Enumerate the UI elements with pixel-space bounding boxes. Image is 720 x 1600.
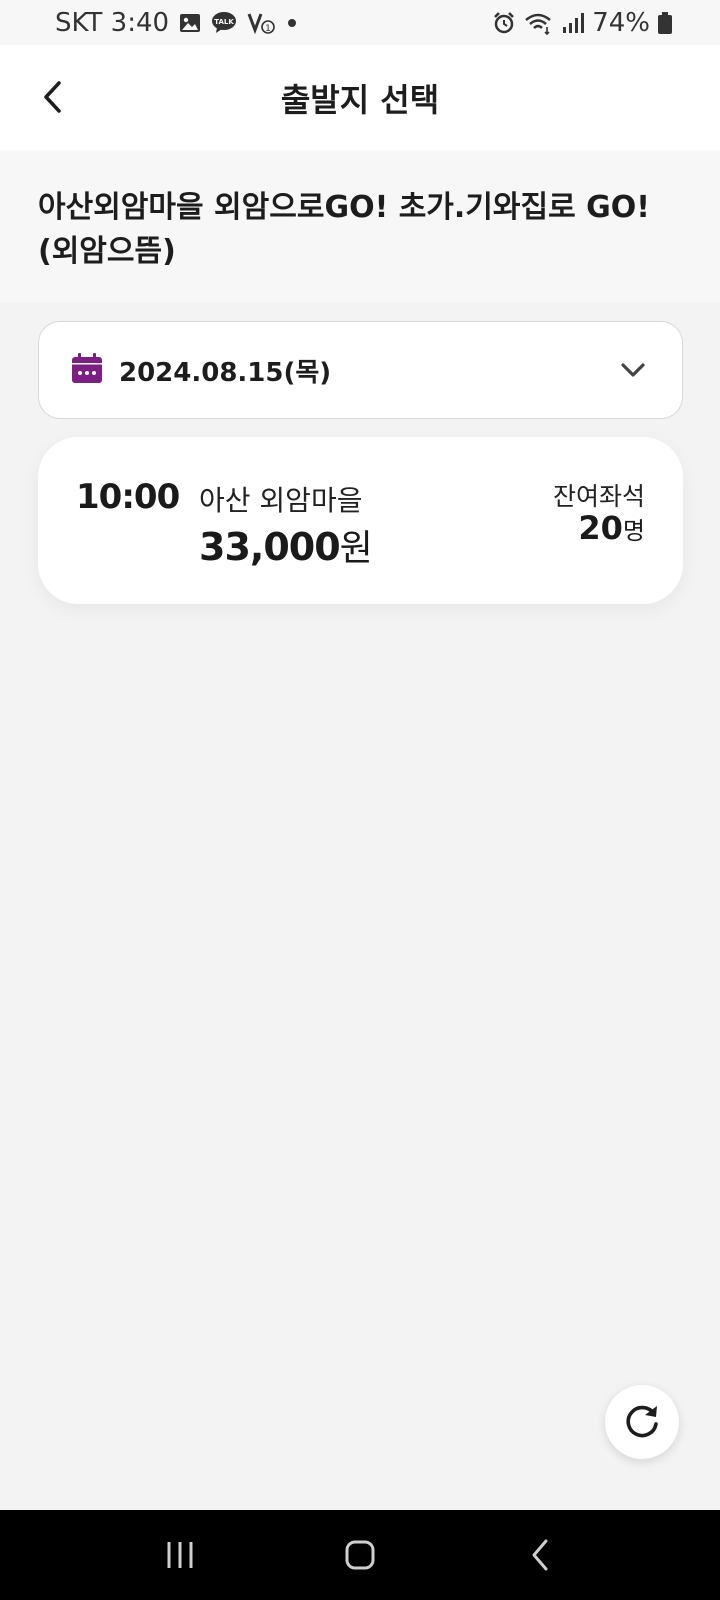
recent-apps-button[interactable]: [140, 1525, 220, 1585]
signal-icon: [562, 12, 585, 34]
remaining-seats-unit: 명: [622, 517, 645, 545]
home-button[interactable]: [320, 1525, 400, 1585]
back-icon: [532, 1539, 548, 1571]
wifi-icon: [524, 11, 554, 35]
gallery-icon: [179, 12, 201, 34]
status-bar: SKT 3:40 TALK 1 74%: [0, 0, 720, 45]
status-carrier-time: SKT 3:40: [55, 7, 170, 38]
volte-icon: 1: [247, 11, 275, 35]
trip-time: 10:00: [76, 477, 180, 517]
svg-text:1: 1: [265, 24, 271, 34]
route-title-line2: (외암으뜸): [38, 234, 176, 269]
back-button[interactable]: [22, 67, 82, 127]
kakaotalk-icon: TALK: [211, 11, 237, 35]
trip-departure: 아산 외암마을: [199, 484, 363, 517]
remaining-seats-value: 20: [578, 509, 623, 547]
route-title-line1: 아산외암마을 외암으로GO! 초가.기와집로 GO!: [38, 190, 650, 225]
alarm-icon: [492, 11, 516, 35]
dot-icon: [285, 16, 299, 30]
trip-price-unit: 원: [339, 528, 373, 569]
recent-apps-icon: [167, 1542, 193, 1568]
svg-text:TALK: TALK: [214, 18, 234, 26]
battery-icon: [658, 11, 672, 34]
system-back-button[interactable]: [500, 1525, 580, 1585]
trip-price-value: 33,000: [199, 525, 341, 569]
system-nav-bar: [0, 1510, 720, 1600]
chevron-down-icon: [620, 362, 646, 378]
page-title: 출발지 선택: [280, 80, 440, 119]
chevron-left-icon: [44, 81, 61, 113]
battery-percent: 74%: [592, 7, 650, 38]
selected-date: 2024.08.15(목): [119, 357, 332, 388]
calendar-icon: [71, 352, 103, 388]
app-bar: 출발지 선택: [0, 45, 720, 150]
remaining-seats: 20명: [578, 509, 645, 547]
remaining-seats-label: 잔여좌석: [552, 482, 645, 511]
refresh-button[interactable]: [605, 1385, 679, 1459]
date-dropdown[interactable]: 2024.08.15(목): [38, 321, 683, 419]
trip-card[interactable]: 10:00 아산 외암마을 33,000원 잔여좌석 20명: [38, 437, 683, 604]
route-header: 아산외암마을 외암으로GO! 초가.기와집로 GO! (외암으뜸): [0, 150, 720, 302]
refresh-icon: [626, 1405, 658, 1438]
home-icon: [345, 1540, 375, 1570]
trip-price: 33,000원: [199, 519, 373, 571]
